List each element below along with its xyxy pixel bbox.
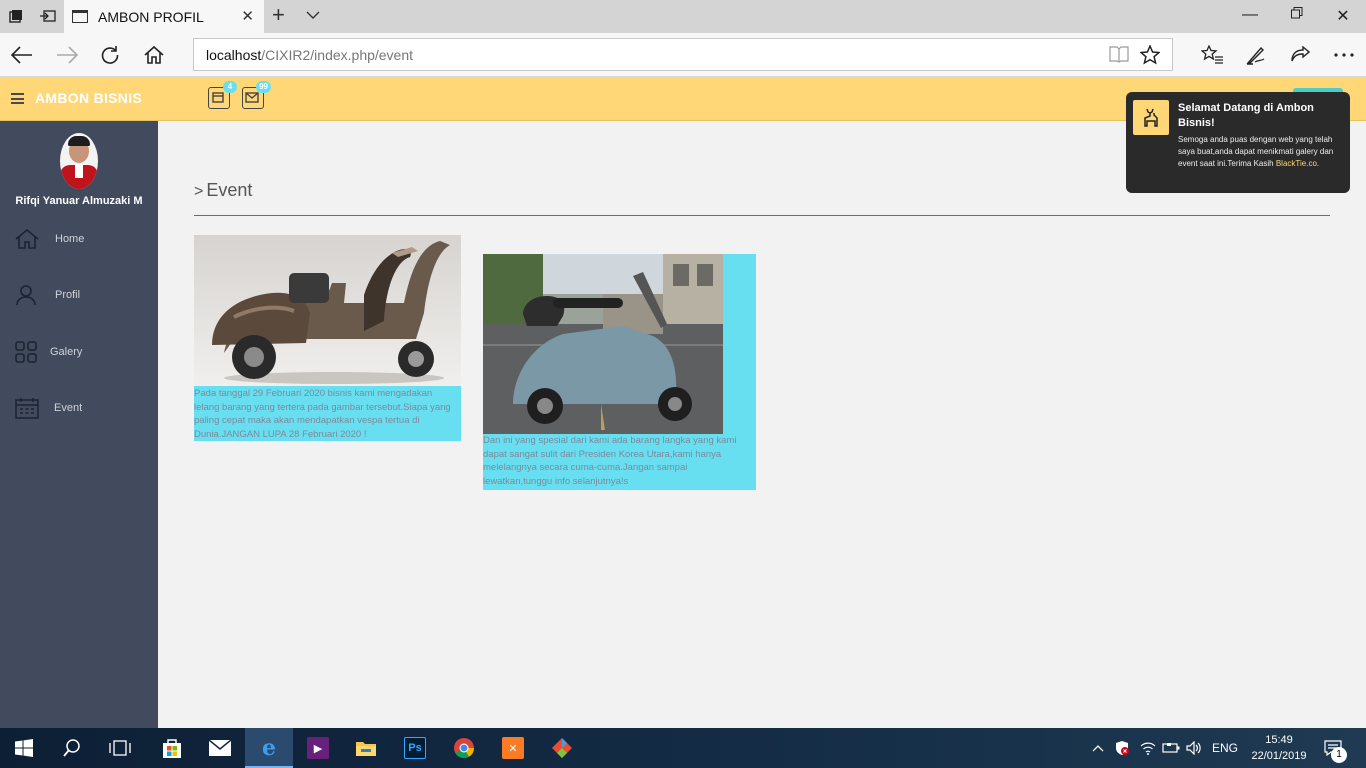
favorite-star-icon[interactable]	[1139, 44, 1161, 70]
tab-title: AMBON PROFIL	[98, 8, 204, 25]
sidebar: Rifqi Yanuar Almuzaki M Home Profil Gale…	[0, 121, 158, 728]
sidebar-item-label: Home	[55, 233, 85, 245]
main-content: > Event Pada tanggal 29 Februari 2020 bis	[158, 121, 1366, 728]
notification-count-badge: 1	[1331, 747, 1347, 763]
sidebar-item-event[interactable]: Event	[0, 393, 158, 423]
tab-ambon-profil[interactable]: AMBON PROFIL ✕	[64, 0, 264, 33]
forward-icon[interactable]	[55, 43, 79, 67]
mail-icon[interactable]	[196, 728, 244, 768]
blue-vespa-street-photo[interactable]	[483, 254, 723, 434]
gallery-icon	[15, 341, 37, 363]
search-icon[interactable]	[48, 728, 96, 768]
xampp-icon[interactable]: ✕	[489, 728, 537, 768]
tab-actions-icon[interactable]	[6, 6, 26, 26]
toast-tail: .	[1316, 159, 1320, 168]
chrome-icon[interactable]	[440, 728, 488, 768]
deer-icon	[1133, 100, 1169, 135]
tasks-icon[interactable]: 4	[208, 81, 237, 109]
windows-taskbar: e ▶ Ps ✕ ENG 15:49 22/01/2019	[0, 728, 1366, 768]
address-path: /CIXIR2/index.php/event	[261, 46, 414, 63]
divider	[194, 215, 1330, 216]
page-title: > Event	[194, 180, 252, 201]
pen-icon[interactable]	[1244, 43, 1268, 67]
start-icon[interactable]	[0, 728, 48, 768]
security-shield-icon[interactable]	[1114, 728, 1130, 768]
brand-logo[interactable]: AMBON BISNIS	[35, 90, 142, 106]
sidebar-item-label: Event	[54, 402, 83, 414]
messages-icon[interactable]: 99	[242, 81, 271, 109]
task-view-icon[interactable]	[96, 728, 144, 768]
file-explorer-icon[interactable]	[342, 728, 390, 768]
more-icon[interactable]	[1332, 43, 1356, 67]
event-description: Pada tanggal 29 Februari 2020 bisnis kam…	[194, 388, 451, 440]
event-description: Dan ini yang spesial dari kami ada baran…	[483, 435, 737, 487]
tab-list-icon[interactable]	[305, 8, 321, 22]
browser-tab-bar: AMBON PROFIL ✕ + — ✕	[0, 0, 1366, 33]
edge-icon[interactable]: e	[245, 728, 293, 768]
volume-icon[interactable]	[1186, 728, 1202, 768]
event-card: Pada tanggal 29 Februari 2020 bisnis kam…	[194, 235, 461, 441]
page-icon	[72, 10, 88, 23]
event-card: Dan ini yang spesial dari kami ada baran…	[483, 254, 756, 490]
set-aside-tabs-icon[interactable]	[38, 6, 58, 26]
rusty-vespa-photo[interactable]	[194, 235, 461, 386]
browser-nav-bar: localhost/CIXIR2/index.php/event	[0, 33, 1366, 77]
sidebar-item-label: Galery	[50, 346, 83, 358]
toast-title: Selamat Datang di Ambon Bisnis!	[1178, 102, 1314, 129]
chevron-right-icon: >	[194, 183, 204, 200]
share-icon[interactable]	[1288, 43, 1312, 67]
clock-date: 22/01/2019	[1251, 750, 1307, 762]
close-window-icon[interactable]: ✕	[1329, 6, 1357, 26]
toast-body: Semoga anda puas dengan web yang telah s…	[1178, 134, 1344, 170]
clock-time: 15:49	[1265, 734, 1293, 746]
restore-icon[interactable]	[1283, 6, 1311, 24]
tasks-count-badge: 4	[223, 81, 237, 93]
address-bar[interactable]: localhost/CIXIR2/index.php/event	[193, 38, 1173, 71]
calendar-icon	[15, 398, 39, 419]
address-host: localhost	[206, 46, 262, 63]
sidebar-item-label: Profil	[55, 289, 81, 301]
toast-link[interactable]: BlackTie.co	[1276, 159, 1317, 168]
visual-studio-icon[interactable]: ▶	[294, 728, 342, 768]
battery-icon[interactable]	[1162, 728, 1180, 768]
minimize-icon[interactable]: —	[1236, 6, 1264, 24]
refresh-icon[interactable]	[98, 43, 122, 67]
welcome-toast[interactable]: Selamat Datang di Ambon Bisnis! Semoga a…	[1126, 92, 1350, 193]
home-icon	[15, 229, 39, 249]
system-clock[interactable]: 15:49 22/01/2019	[1248, 732, 1310, 764]
avatar	[60, 133, 98, 189]
store-icon[interactable]	[148, 728, 196, 768]
home-icon[interactable]	[142, 43, 166, 67]
favorites-hub-icon[interactable]	[1200, 43, 1224, 67]
messages-count-badge: 99	[256, 81, 271, 93]
sidebar-item-galery[interactable]: Galery	[0, 337, 158, 367]
photoshop-icon[interactable]: Ps	[391, 728, 439, 768]
show-hidden-icons-icon[interactable]	[1092, 728, 1104, 768]
reading-view-icon[interactable]	[1109, 45, 1129, 68]
sidebar-item-profil[interactable]: Profil	[0, 280, 158, 310]
git-icon[interactable]	[538, 728, 586, 768]
page-title-text: Event	[206, 180, 253, 200]
wifi-icon[interactable]	[1140, 728, 1156, 768]
hamburger-menu-icon[interactable]	[11, 93, 24, 104]
input-language[interactable]: ENG	[1212, 728, 1238, 768]
back-icon[interactable]	[10, 43, 34, 67]
username: Rifqi Yanuar Almuzaki M	[15, 195, 143, 207]
close-icon[interactable]: ✕	[241, 7, 254, 25]
sidebar-item-home[interactable]: Home	[0, 224, 158, 254]
user-icon	[16, 285, 36, 306]
new-tab-icon[interactable]: +	[272, 4, 285, 26]
